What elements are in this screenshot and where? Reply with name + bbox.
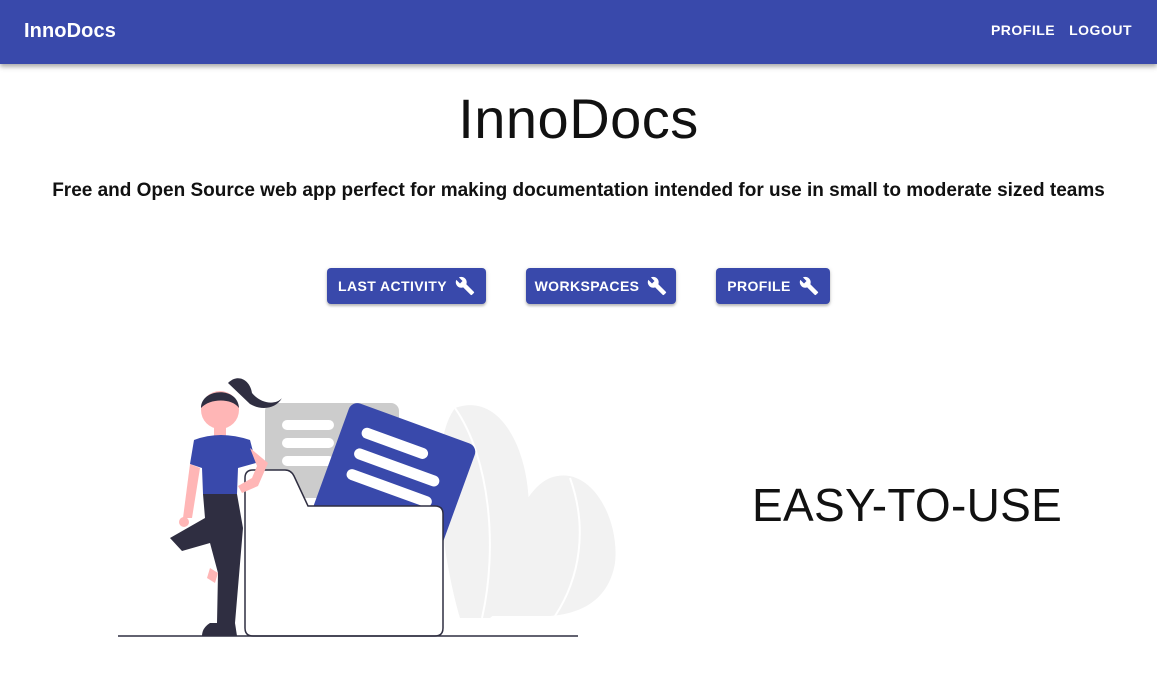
page-subtitle: Free and Open Source web app perfect for… (52, 180, 1105, 201)
page-title: InnoDocs (458, 87, 699, 150)
nav-logout-link[interactable]: LOGOUT (1069, 22, 1132, 38)
wrench-icon (647, 276, 667, 296)
workspaces-button[interactable]: WORKSPACES (526, 268, 676, 304)
leaf-decoration (439, 405, 616, 619)
feature-heading: EASY-TO-USE (752, 479, 1063, 531)
workspaces-button-label: WORKSPACES (534, 278, 640, 294)
last-activity-button-label: LAST ACTIVITY (338, 278, 447, 294)
app-bar: InnoDocs PROFILE LOGOUT (0, 0, 1157, 64)
app-brand[interactable]: InnoDocs (24, 20, 116, 43)
wrench-icon (455, 276, 475, 296)
documents-illustration (110, 368, 630, 648)
last-activity-button[interactable]: LAST ACTIVITY (327, 268, 486, 304)
profile-button-label: PROFILE (727, 278, 791, 294)
top-nav: PROFILE LOGOUT (991, 22, 1132, 38)
profile-button[interactable]: PROFILE (716, 268, 830, 304)
wrench-icon (799, 276, 819, 296)
nav-profile-link[interactable]: PROFILE (991, 22, 1055, 38)
